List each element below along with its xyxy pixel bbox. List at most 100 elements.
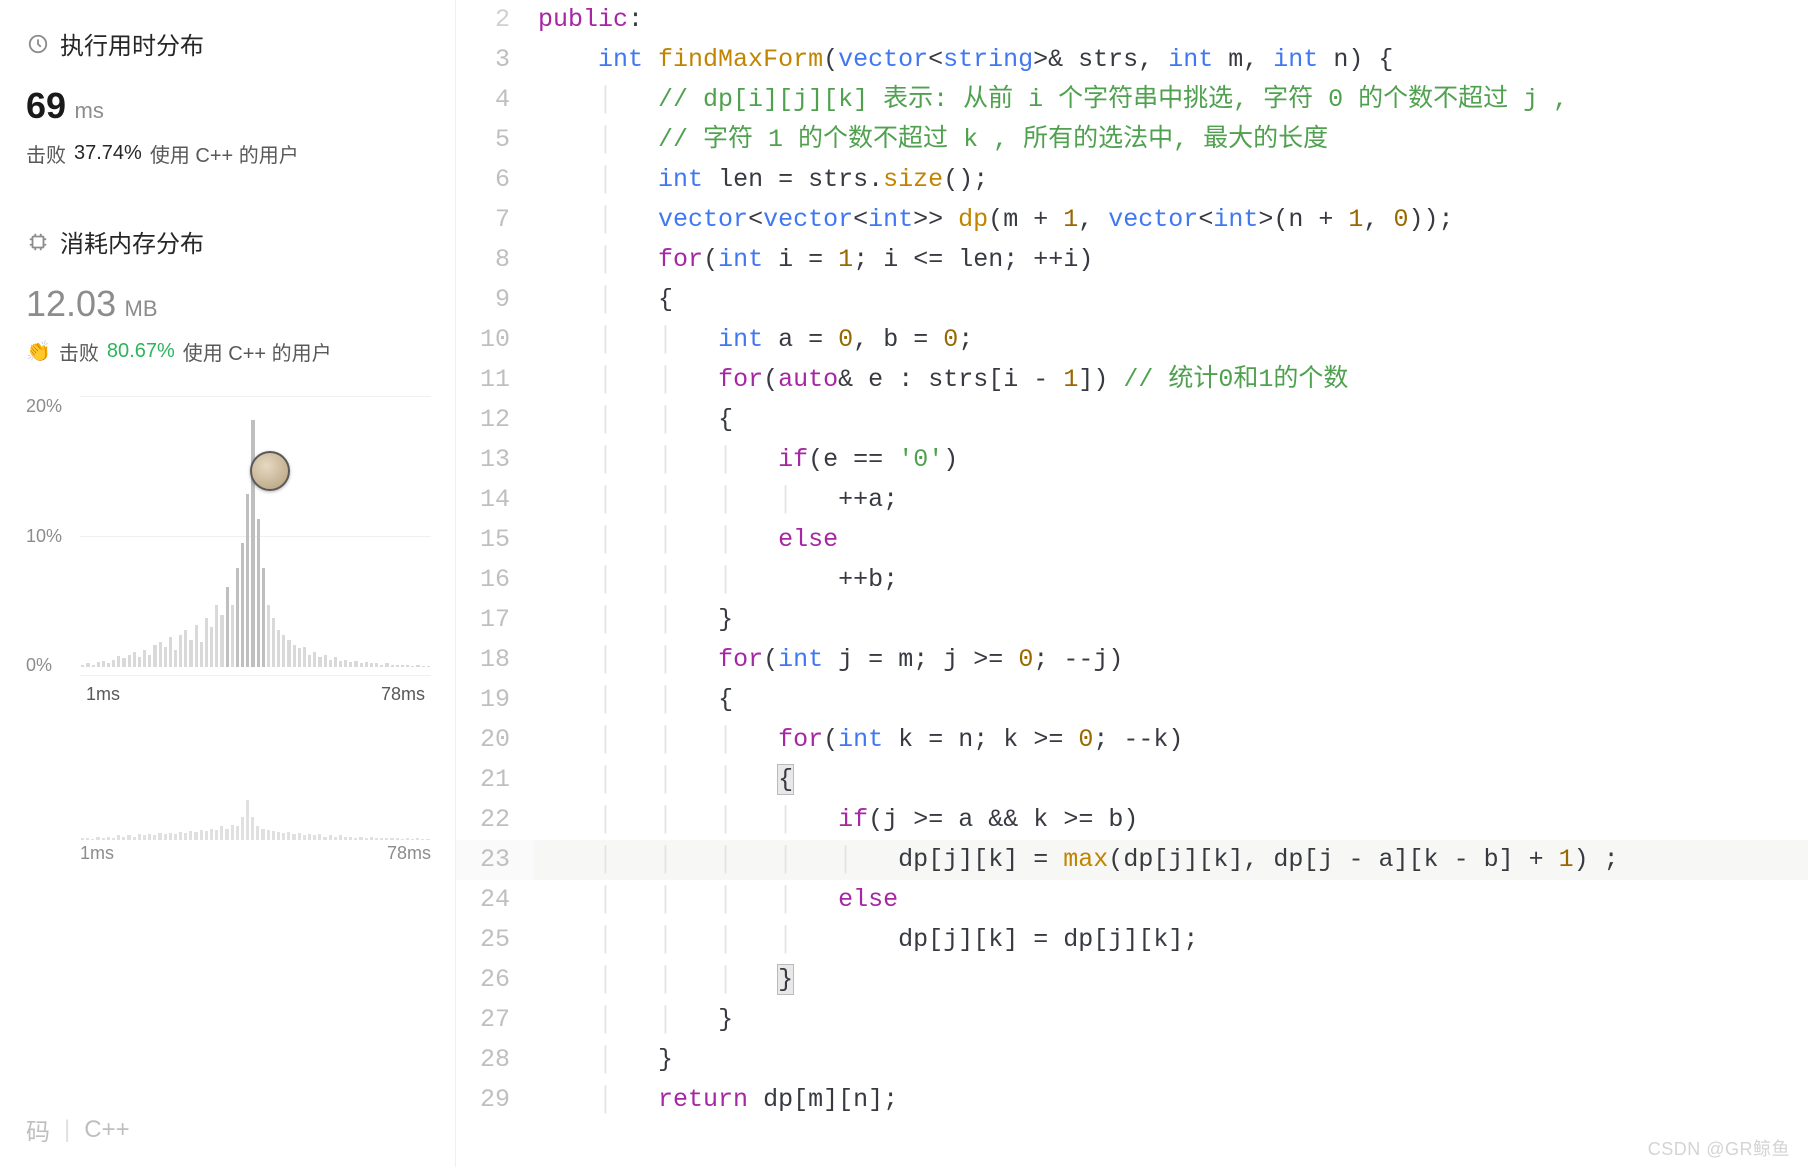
mini-chart-bar[interactable] (189, 831, 192, 840)
mini-chart-bar[interactable] (122, 837, 125, 840)
chart-bar[interactable] (246, 494, 249, 667)
code-content[interactable]: │ │ │ else (534, 520, 1808, 560)
code-content[interactable]: │ │ │ │ │ dp[j][k] = max(dp[j][k], dp[j … (534, 840, 1808, 880)
mini-chart-bar[interactable] (272, 831, 275, 840)
chart-bar[interactable] (391, 665, 394, 667)
mini-chart-bar[interactable] (194, 832, 197, 840)
mini-chart-bar[interactable] (164, 834, 167, 840)
mini-chart-bar[interactable] (292, 834, 295, 840)
code-line[interactable]: 24 │ │ │ │ else (456, 880, 1808, 920)
chart-bar[interactable] (107, 663, 110, 667)
mini-chart-bar[interactable] (205, 831, 208, 840)
code-content[interactable]: │ │ │ │ else (534, 880, 1808, 920)
code-line[interactable]: 29 │ return dp[m][n]; (456, 1080, 1808, 1120)
mini-chart-bar[interactable] (365, 838, 368, 840)
code-line[interactable]: 12 │ │ { (456, 400, 1808, 440)
chart-bar[interactable] (401, 665, 404, 667)
chart-bar[interactable] (148, 655, 151, 667)
code-content[interactable]: │ │ } (534, 1000, 1808, 1040)
mini-chart-bar[interactable] (220, 826, 223, 840)
mini-chart-bar[interactable] (385, 838, 388, 840)
chart-bar[interactable] (200, 642, 203, 667)
chart-bar[interactable] (287, 640, 290, 667)
mini-chart-bar[interactable] (256, 826, 259, 840)
chart-bar[interactable] (241, 543, 244, 667)
chart-bar[interactable] (215, 605, 218, 667)
mini-chart-bar[interactable] (277, 832, 280, 840)
mini-chart-bar[interactable] (179, 832, 182, 840)
code-content[interactable]: │ │ for(auto& e : strs[i - 1]) // 统计0和1的… (534, 360, 1808, 400)
mini-chart-bar[interactable] (225, 829, 228, 840)
mini-chart-bar[interactable] (231, 825, 234, 840)
code-content[interactable]: │ │ } (534, 600, 1808, 640)
chart-bar[interactable] (272, 618, 275, 667)
code-content[interactable]: │ { (534, 280, 1808, 320)
mini-chart-bar[interactable] (86, 838, 89, 840)
mini-chart-bar[interactable] (117, 835, 120, 840)
code-line[interactable]: 8 │ for(int i = 1; i <= len; ++i) (456, 240, 1808, 280)
mini-chart-bar[interactable] (401, 839, 404, 840)
chart-bar[interactable] (81, 665, 84, 667)
mini-chart-bar[interactable] (349, 837, 352, 840)
code-line[interactable]: 11 │ │ for(auto& e : strs[i - 1]) // 统计0… (456, 360, 1808, 400)
chart-bar[interactable] (318, 657, 321, 667)
code-line[interactable]: 13 │ │ │ if(e == '0') (456, 440, 1808, 480)
code-content[interactable]: │ │ │ │ if(j >= a && k >= b) (534, 800, 1808, 840)
mini-chart-bar[interactable] (184, 833, 187, 840)
chart-bar[interactable] (349, 662, 352, 667)
chart-bar[interactable] (267, 605, 270, 667)
mini-chart-bar[interactable] (261, 829, 264, 840)
mini-chart-bar[interactable] (174, 834, 177, 840)
chart-bar[interactable] (360, 663, 363, 667)
chart-bar[interactable] (411, 666, 414, 667)
chart-bar[interactable] (143, 650, 146, 667)
code-line[interactable]: 20 │ │ │ for(int k = n; k >= 0; --k) (456, 720, 1808, 760)
code-content[interactable]: │ } (534, 1040, 1808, 1080)
chart-bar[interactable] (179, 635, 182, 667)
chart-bar[interactable] (422, 666, 425, 667)
chart-bar[interactable] (375, 663, 378, 667)
chart-bar[interactable] (293, 645, 296, 667)
code-line[interactable]: 18 │ │ for(int j = m; j >= 0; --j) (456, 640, 1808, 680)
chart-bar[interactable] (308, 655, 311, 667)
code-content[interactable]: │ │ │ } (534, 960, 1808, 1000)
code-content[interactable]: │ │ │ for(int k = n; k >= 0; --k) (534, 720, 1808, 760)
chart-bar[interactable] (385, 663, 388, 667)
chart-bar[interactable] (396, 665, 399, 667)
footer-left[interactable]: 码 (26, 1112, 50, 1147)
chart-bar[interactable] (329, 660, 332, 667)
chart-bar[interactable] (334, 657, 337, 667)
chart-bar[interactable] (416, 665, 419, 667)
code-line[interactable]: 7 │ vector<vector<int>> dp(m + 1, vector… (456, 200, 1808, 240)
code-line[interactable]: 28 │ } (456, 1040, 1808, 1080)
code-content[interactable]: │ // dp[i][j][k] 表示: 从前 i 个字符串中挑选, 字符 0 … (534, 80, 1808, 120)
chart-bar[interactable] (257, 519, 260, 667)
chart-bar[interactable] (102, 661, 105, 667)
mini-chart-bar[interactable] (143, 835, 146, 840)
mini-chart-bar[interactable] (102, 838, 105, 840)
mini-chart-bar[interactable] (313, 835, 316, 840)
chart-bar[interactable] (138, 657, 141, 667)
mini-chart-bar[interactable] (241, 817, 244, 840)
mini-chart-bar[interactable] (112, 838, 115, 840)
code-content[interactable]: │ │ │ ++b; (534, 560, 1808, 600)
chart-bar[interactable] (262, 568, 265, 667)
chart-bar[interactable] (298, 648, 301, 667)
chart-bar[interactable] (427, 666, 430, 667)
mini-chart-bar[interactable] (251, 817, 254, 840)
chart-bar[interactable] (153, 645, 156, 667)
chart-bar[interactable] (164, 647, 167, 667)
chart-bar[interactable] (365, 662, 368, 667)
code-line[interactable]: 19 │ │ { (456, 680, 1808, 720)
code-content[interactable]: public: (534, 0, 1808, 40)
footer-lang[interactable]: C++ (84, 1116, 129, 1144)
chart-bar[interactable] (277, 630, 280, 667)
chart-bar[interactable] (97, 662, 100, 667)
runtime-distribution-chart[interactable]: 20% 10% 0% 1ms 78ms (0, 396, 455, 716)
code-line[interactable]: 4 │ // dp[i][j][k] 表示: 从前 i 个字符串中挑选, 字符 … (456, 80, 1808, 120)
code-content[interactable]: │ for(int i = 1; i <= len; ++i) (534, 240, 1808, 280)
code-line[interactable]: 26 │ │ │ } (456, 960, 1808, 1000)
mini-chart-bar[interactable] (158, 833, 161, 840)
mini-chart-bar[interactable] (380, 838, 383, 840)
chart-bar[interactable] (86, 663, 89, 667)
